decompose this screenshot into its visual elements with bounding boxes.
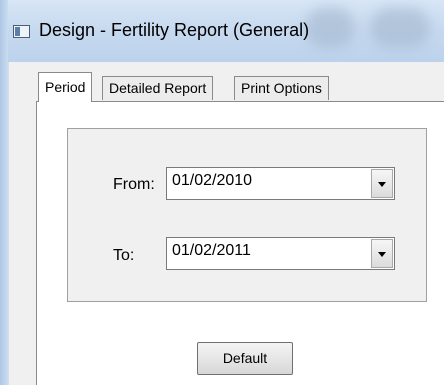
dialog-window: Design - Fertility Report (General) Peri… [0, 0, 444, 385]
tab-print-options[interactable]: Print Options [234, 76, 329, 100]
window-left-border [0, 0, 8, 385]
tab-detailed-report[interactable]: Detailed Report [102, 76, 214, 100]
default-button[interactable]: Default [197, 342, 293, 375]
to-label: To: [113, 247, 135, 264]
title-bar[interactable]: Design - Fertility Report (General) [0, 0, 444, 62]
period-group-box: From: 01/02/2010 To: 01/02/2011 [67, 128, 427, 302]
dialog-client-area: Period Detailed Report Print Options Fro… [9, 62, 444, 385]
window-title: Design - Fertility Report (General) [39, 20, 310, 40]
from-label: From: [113, 176, 155, 193]
chevron-down-icon[interactable] [371, 239, 393, 268]
from-date-value: 01/02/2010 [172, 172, 253, 189]
title-bar-blur [370, 8, 430, 48]
chevron-down-icon[interactable] [371, 169, 393, 198]
to-date-combobox[interactable]: 01/02/2011 [166, 237, 395, 270]
from-date-combobox[interactable]: 01/02/2010 [166, 167, 395, 200]
tab-period[interactable]: Period [38, 72, 93, 102]
to-date-value: 01/02/2011 [172, 242, 251, 259]
title-bar-blur [305, 8, 355, 48]
window-icon [13, 25, 30, 38]
